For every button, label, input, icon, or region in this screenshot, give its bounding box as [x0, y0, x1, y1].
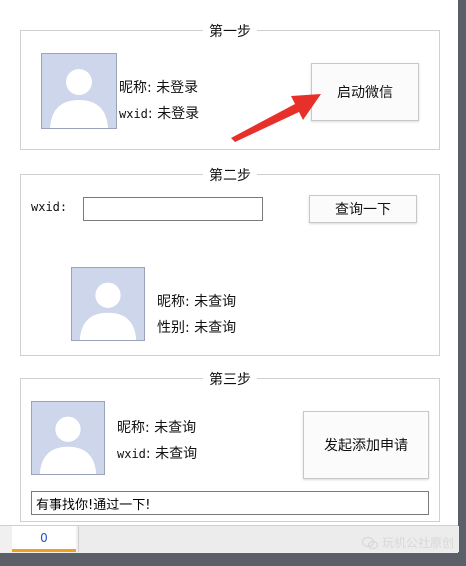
step1-wxid-value: : 未登录: [147, 106, 200, 122]
step2-gender: 性别: 未查询: [157, 320, 237, 336]
red-arrow-icon: [231, 94, 321, 142]
step3-wxid: wxid: 未查询: [117, 441, 197, 467]
launch-wechat-button[interactable]: 启动微信: [311, 63, 419, 121]
wechat-logo-icon: [361, 536, 378, 549]
step2-info: 昵称: 未查询 性别: 未查询: [157, 289, 236, 341]
app-window: 第一步 昵称: 未登录 wxid: 未登录 启动微信 第二步 wxid: 查询一…: [0, 0, 459, 553]
step3-wxid-value: : 未查询: [145, 446, 198, 462]
default-avatar-icon: [50, 69, 108, 128]
default-avatar-icon: [79, 282, 137, 340]
step1-wxid: wxid: 未登录: [119, 101, 199, 127]
watermark: 玩机公社原创: [361, 534, 454, 551]
step3-nickname: 昵称: 未查询: [117, 420, 197, 436]
step3-info: 昵称: 未查询 wxid: 未查询: [117, 415, 197, 467]
default-avatar-icon: [39, 416, 97, 474]
watermark-text: 玩机公社原创: [381, 536, 454, 550]
step2-avatar: [71, 267, 145, 341]
query-button[interactable]: 查询一下: [309, 195, 417, 223]
step1-info: 昵称: 未登录 wxid: 未登录: [119, 75, 199, 127]
step2-group: 第二步 wxid: 查询一下 昵称: 未查询 性别: 未查询: [20, 165, 440, 356]
wxid-input[interactable]: [83, 197, 263, 221]
step1-nickname: 昵称: 未登录: [119, 80, 199, 96]
step3-group: 第三步 昵称: 未查询 wxid: 未查询 发起添加申请: [20, 369, 440, 522]
step2-wxid-label: wxid:: [31, 200, 68, 214]
step3-avatar: [31, 401, 105, 475]
step1-wxid-label: wxid: [119, 107, 148, 121]
step3-title: 第三步: [203, 369, 257, 389]
step1-title: 第一步: [203, 21, 257, 41]
step3-wxid-label: wxid: [117, 447, 146, 461]
request-message-input[interactable]: [31, 491, 429, 515]
step1-avatar: [41, 53, 117, 129]
send-friend-request-button[interactable]: 发起添加申请: [303, 411, 429, 479]
tab-0[interactable]: 0: [12, 526, 76, 552]
step2-title: 第二步: [203, 165, 257, 185]
step2-nickname: 昵称: 未查询: [157, 294, 237, 310]
